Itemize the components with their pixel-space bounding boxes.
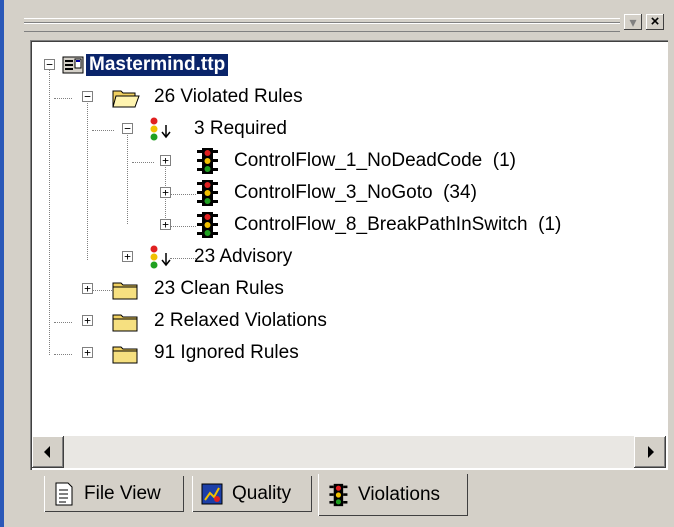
- arrow-left-icon: [44, 446, 50, 458]
- tab-quality[interactable]: Quality: [192, 476, 312, 512]
- tree-node-label: 23 Advisory: [194, 246, 293, 267]
- collapse-toggle[interactable]: −: [82, 91, 93, 102]
- collapse-toggle[interactable]: −: [44, 59, 55, 70]
- drag-grip[interactable]: [24, 18, 620, 32]
- tree-connector: [92, 290, 114, 291]
- tree-node-root[interactable]: Mastermind.ttp: [86, 51, 229, 79]
- tree-node-required[interactable]: 3 Required: [194, 115, 287, 143]
- tree-connector: [87, 100, 88, 260]
- tree-connector: [54, 98, 72, 99]
- arrow-right-icon: [648, 446, 654, 458]
- view-tabs: File View Quality Violations: [30, 474, 670, 518]
- tree-connector: [170, 194, 196, 195]
- tree-connector: [92, 130, 114, 131]
- tab-file-view[interactable]: File View: [44, 476, 184, 512]
- quality-icon: [200, 482, 224, 506]
- traffic-light-icon: [196, 179, 218, 207]
- tree-node-rule[interactable]: ControlFlow_1_NoDeadCode (1): [234, 147, 516, 175]
- tree-node-label: ControlFlow_1_NoDeadCode (1): [234, 150, 516, 171]
- priority-icon: [148, 244, 174, 270]
- expand-toggle[interactable]: +: [122, 251, 133, 262]
- expand-toggle[interactable]: +: [160, 219, 171, 230]
- tree-node-rule[interactable]: ControlFlow_3_NoGoto (34): [234, 179, 477, 207]
- tree-node-label: Mastermind.ttp: [86, 54, 229, 76]
- tree-connector: [170, 226, 196, 227]
- tab-violations[interactable]: Violations: [318, 474, 468, 516]
- tree-connector: [54, 354, 72, 355]
- scroll-right-button[interactable]: [634, 436, 666, 468]
- folder-icon: [112, 343, 140, 365]
- expand-toggle[interactable]: +: [82, 315, 93, 326]
- tree-node-label: 3 Required: [194, 118, 287, 139]
- folder-icon: [112, 279, 140, 301]
- traffic-light-icon: [196, 211, 218, 239]
- traffic-light-icon: [196, 147, 218, 175]
- priority-icon: [148, 116, 174, 142]
- tree-node-label: ControlFlow_8_BreakPathInSwitch (1): [234, 214, 562, 235]
- scroll-left-button[interactable]: [32, 436, 64, 468]
- expand-toggle[interactable]: +: [82, 283, 93, 294]
- expand-toggle[interactable]: +: [160, 187, 171, 198]
- tree-node-label: 2 Relaxed Violations: [154, 310, 327, 331]
- tab-label: File View: [84, 483, 161, 504]
- tree-connector: [54, 322, 72, 323]
- tree-node-folder[interactable]: 91 Ignored Rules: [154, 339, 299, 367]
- folder-open-icon: [112, 87, 140, 109]
- panel-titlebar[interactable]: ▾ ×: [14, 10, 670, 38]
- chevron-down-icon[interactable]: ▾: [624, 14, 642, 30]
- tree-node-label: 23 Clean Rules: [154, 278, 284, 299]
- expand-toggle[interactable]: +: [82, 347, 93, 358]
- tree-node-folder[interactable]: 2 Relaxed Violations: [154, 307, 327, 335]
- tab-label: Quality: [232, 483, 292, 504]
- tree-connector: [127, 132, 128, 224]
- tree-node-label: ControlFlow_3_NoGoto (34): [234, 182, 477, 203]
- collapse-toggle[interactable]: −: [122, 123, 133, 134]
- tree-connector: [132, 162, 154, 163]
- tree-node-label: 91 Ignored Rules: [154, 342, 299, 363]
- tree-node-advisory[interactable]: 23 Advisory: [194, 243, 292, 271]
- window-edge: [0, 0, 4, 527]
- expand-toggle[interactable]: +: [160, 155, 171, 166]
- file-view-icon: [52, 482, 76, 506]
- tree-node-rule[interactable]: ControlFlow_8_BreakPathInSwitch (1): [234, 211, 561, 239]
- tab-label: Violations: [358, 484, 441, 505]
- tree-node-violated[interactable]: 26 Violated Rules: [154, 83, 303, 111]
- tree-connector: [49, 65, 50, 355]
- traffic-light-icon: [326, 483, 350, 507]
- horizontal-scrollbar[interactable]: [32, 436, 666, 468]
- violations-tree[interactable]: − Mastermind.ttp − 26 Violated Rules − 3…: [30, 40, 668, 470]
- tree-node-label: 26 Violated Rules: [154, 86, 303, 107]
- folder-icon: [112, 311, 140, 333]
- tree-node-folder[interactable]: 23 Clean Rules: [154, 275, 284, 303]
- close-icon[interactable]: ×: [646, 14, 664, 30]
- project-icon: [62, 54, 84, 76]
